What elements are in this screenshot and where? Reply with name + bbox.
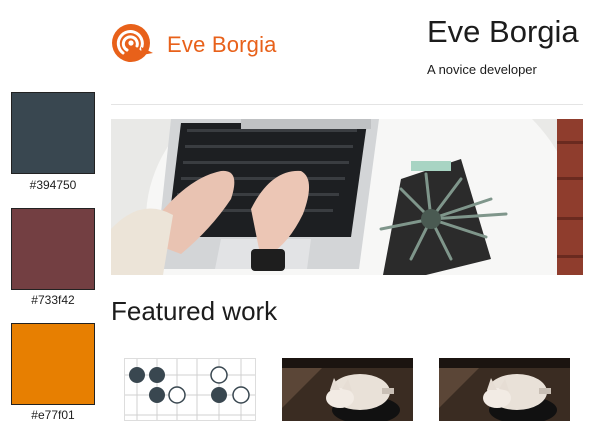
featured-item-go-board[interactable] bbox=[124, 358, 256, 421]
featured-item-cat-photo[interactable] bbox=[282, 358, 413, 421]
color-swatch bbox=[11, 323, 95, 405]
featured-work-heading: Featured work bbox=[111, 296, 278, 326]
featured-item-cat-photo[interactable] bbox=[439, 358, 570, 421]
hero-image bbox=[111, 119, 583, 275]
color-swatch bbox=[11, 92, 95, 174]
color-swatch bbox=[11, 208, 95, 290]
color-swatch-label: #394750 bbox=[29, 178, 77, 192]
header-divider bbox=[111, 104, 583, 105]
color-swatch-label: #733f42 bbox=[31, 293, 75, 307]
go-board-icon bbox=[125, 359, 255, 420]
cat-photo bbox=[439, 358, 570, 421]
color-palette: #394750 #733f42 #e77f01 bbox=[0, 0, 108, 422]
cat-photo bbox=[282, 358, 413, 421]
site-tagline: A novice developer bbox=[427, 62, 537, 77]
brand-name-link[interactable]: Eve Borgia bbox=[167, 32, 277, 58]
brand-logo-icon[interactable] bbox=[111, 23, 155, 63]
color-swatch-label: #e77f01 bbox=[31, 408, 75, 422]
site-title: Eve Borgia bbox=[427, 14, 579, 49]
